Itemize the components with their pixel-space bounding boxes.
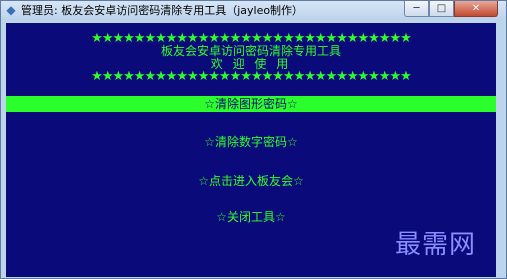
- app-icon: ◆: [6, 3, 16, 17]
- window-title: 管理员: 板友会安卓访问密码清除专用工具（jayleo制作）: [21, 4, 304, 17]
- star-border-bottom: ★★★★★★★★★★★★★★★★★★★★★★★★★★★★★★: [91, 69, 412, 84]
- minimize-button[interactable]: ─: [404, 1, 429, 17]
- tool-title: 板友会安卓访问密码清除专用工具: [160, 44, 341, 58]
- maximize-button[interactable]: □: [429, 1, 454, 17]
- menu-item-clear-numeric-password[interactable]: ☆清除数字密码☆: [6, 134, 496, 150]
- menu-item-enter-forum[interactable]: ☆点击进入板友会☆: [6, 173, 496, 189]
- title-bar[interactable]: ◆ 管理员: 板友会安卓访问密码清除专用工具（jayleo制作） ─ □ ✕: [1, 1, 506, 20]
- watermark: 最需网: [395, 230, 477, 260]
- close-button[interactable]: ✕: [454, 1, 498, 17]
- menu-item-clear-pattern-password[interactable]: ☆清除图形密码☆: [6, 96, 496, 112]
- menu-item-close-tool[interactable]: ☆关闭工具☆: [6, 209, 496, 225]
